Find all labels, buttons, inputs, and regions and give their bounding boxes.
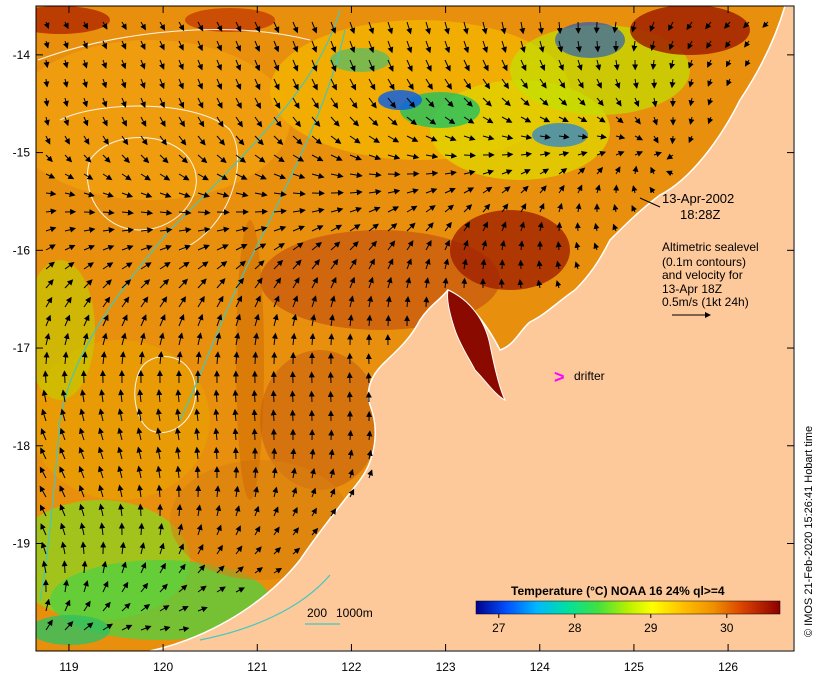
lat-tick-label: -16 [13, 243, 31, 257]
velocity-arrow [252, 351, 259, 365]
time-label: 18:28Z [680, 207, 721, 222]
lat-tick-label: -17 [13, 341, 31, 355]
drifter-icon: > [554, 367, 565, 387]
colorbar [475, 600, 781, 615]
velocity-arrow [137, 503, 144, 517]
velocity-arrow [270, 390, 277, 403]
sst-map: 119 120 121 122 123 124 125 126 -14 -15 -16 -17 -18… [13, 5, 815, 674]
lat-tick-label: -18 [13, 439, 31, 453]
velocity-arrow [251, 428, 258, 441]
velocity-arrow [461, 277, 468, 289]
lon-tick-label: 120 [153, 660, 173, 674]
date-label: 13-Apr-2002 [662, 191, 734, 206]
lon-tick-label: 124 [530, 660, 550, 674]
velocity-arrow [556, 221, 563, 232]
colorbar-tick-label: 30 [720, 621, 734, 635]
isobath-label-1000: 1000m [336, 606, 373, 620]
velocity-arrow [61, 370, 68, 384]
velocity-arrow [308, 390, 315, 403]
velocity-arrow [365, 372, 372, 384]
altimetry-line-2: (0.1m contours) [662, 255, 746, 269]
colorbar-tick-label: 29 [644, 621, 658, 635]
velocity-arrow [270, 409, 277, 422]
velocity-arrow [61, 560, 68, 574]
lon-tick-label: 125 [624, 660, 644, 674]
altimetry-line-3: and velocity for [662, 268, 743, 282]
lon-tick-label: 119 [59, 660, 78, 674]
lon-tick-label: 126 [718, 660, 738, 674]
colorbar-tick-label: 28 [568, 621, 582, 635]
lat-tick-label: -15 [13, 146, 31, 160]
velocity-arrow [423, 296, 430, 308]
lat-tick-label: -19 [13, 537, 31, 551]
credit-text: © IMOS 21-Feb-2020 15:26:41 Hobart time [803, 426, 815, 637]
lon-tick-label: 123 [436, 660, 456, 674]
velocity-arrow [254, 208, 268, 215]
colorbar-tick-label: 27 [492, 621, 506, 635]
velocity-arrow [194, 465, 201, 479]
lon-tick-label: 122 [341, 660, 361, 674]
velocity-arrow [328, 333, 335, 346]
velocity-arrow [501, 151, 514, 158]
isobath-label-200: 200 [307, 606, 327, 620]
velocity-arrow [498, 278, 505, 289]
drifter-label: drifter [574, 369, 605, 383]
legend-title: Temperature (°C) NOAA 16 24% ql>=4 [511, 584, 725, 598]
altimetry-line-4: 13-Apr 18Z [662, 282, 722, 296]
altimetry-line-5: 0.5m/s (1kt 24h) [662, 295, 749, 309]
lon-tick-label: 121 [247, 660, 267, 674]
lat-tick-label: -14 [13, 48, 31, 62]
velocity-arrow [669, 135, 676, 145]
velocity-arrow [289, 390, 296, 403]
velocity-arrow [347, 429, 354, 441]
velocity-arrow [463, 152, 476, 159]
altimetry-line-1: Altimetric sealevel [662, 240, 759, 254]
